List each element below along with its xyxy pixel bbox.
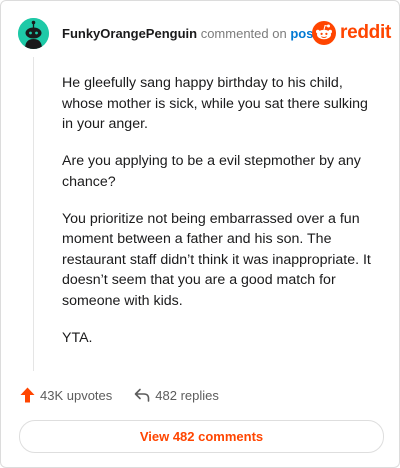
comment-paragraph: YTA. bbox=[62, 329, 93, 346]
upvote-count: 43K upvotes bbox=[40, 387, 113, 403]
comment-header: FunkyOrangePenguin commented on post bbox=[62, 26, 318, 41]
avatar[interactable] bbox=[18, 18, 49, 49]
upvote-button[interactable]: 43K upvotes bbox=[20, 387, 112, 403]
comment-paragraph: You prioritize not being embarrassed ove… bbox=[62, 210, 371, 309]
view-comments-button[interactable]: View 482 comments bbox=[19, 420, 384, 453]
reddit-wordmark: reddit bbox=[340, 22, 391, 43]
comment-paragraph: He gleefully sang happy birthday to his … bbox=[62, 75, 368, 132]
snoo-avatar-icon bbox=[18, 18, 49, 49]
upvote-arrow-icon bbox=[20, 387, 35, 403]
reddit-logo[interactable]: reddit bbox=[312, 21, 391, 45]
comment-paragraph: Are you applying to be a evil stepmother… bbox=[62, 153, 361, 190]
reply-button[interactable]: 482 replies bbox=[134, 388, 219, 403]
comment-card: FunkyOrangePenguin commented on post red… bbox=[0, 0, 400, 468]
username-link[interactable]: FunkyOrangePenguin bbox=[62, 26, 197, 41]
comment-actions: 43K upvotes 482 replies bbox=[20, 387, 219, 403]
reddit-logo-icon bbox=[312, 21, 336, 45]
thread-line[interactable] bbox=[33, 57, 34, 371]
comment-body: He gleefully sang happy birthday to his … bbox=[62, 73, 380, 365]
commented-on-text: commented on bbox=[200, 26, 287, 41]
reply-count: 482 replies bbox=[155, 387, 219, 403]
reply-arrow-icon bbox=[134, 388, 150, 402]
